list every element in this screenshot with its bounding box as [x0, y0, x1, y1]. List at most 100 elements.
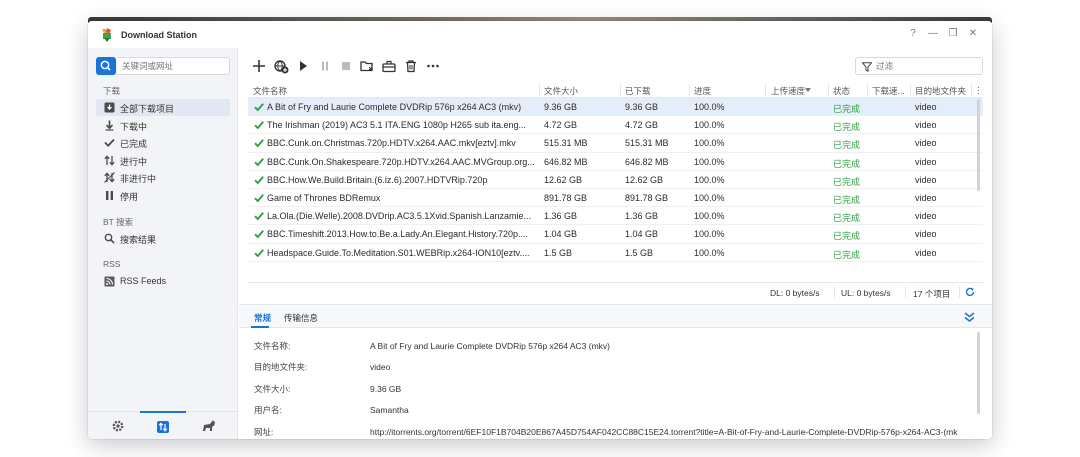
- detail-value-filename: A Bit of Fry and Laurie Complete DVDRip …: [370, 341, 610, 351]
- cell-status: 已完成: [833, 158, 861, 169]
- table-row[interactable]: Headspace.Guide.To.Meditation.S01.WEBRip…: [248, 244, 983, 262]
- collapse-panel-icon[interactable]: [964, 312, 975, 322]
- completed-check-icon: [254, 157, 264, 166]
- open-folder-icon[interactable]: [359, 58, 375, 74]
- search-input[interactable]: [117, 57, 230, 75]
- detail-scrollbar[interactable]: [977, 332, 980, 414]
- minimize-button[interactable]: —: [926, 27, 940, 41]
- sidebar-item-label: 下载中: [120, 122, 148, 132]
- column-divider[interactable]: [765, 84, 766, 96]
- column-divider[interactable]: [539, 84, 540, 96]
- detail-label-destination: 目的地文件夹:: [254, 362, 308, 372]
- sidebar-item-rss-feeds[interactable]: RSS Feeds: [96, 273, 230, 290]
- sidebar-item-downloading[interactable]: 下载中: [96, 117, 230, 134]
- cell-downloaded: 891.78 GB: [625, 192, 669, 203]
- more-icon[interactable]: [425, 58, 441, 74]
- restore-button[interactable]: ❐: [946, 27, 960, 41]
- sidebar-item-inactive[interactable]: 非进行中: [96, 169, 230, 186]
- column-divider[interactable]: [620, 84, 621, 96]
- help-button[interactable]: ?: [906, 27, 920, 41]
- pause-icon[interactable]: [317, 58, 333, 74]
- stop-icon[interactable]: [338, 58, 354, 74]
- upload-speed-total: UL: 0 bytes/s: [841, 288, 891, 298]
- column-header-upload-speed[interactable]: 上传速度: [771, 85, 805, 97]
- tab-general[interactable]: 常规: [254, 312, 271, 324]
- sidebar-item-completed[interactable]: 已完成: [96, 134, 230, 151]
- table-row[interactable]: La.Ola.(Die.Welle).2008.DVDrip.AC3.5.1Xv…: [248, 207, 983, 226]
- briefcase-icon[interactable]: [381, 58, 397, 74]
- mule-icon: [203, 420, 215, 431]
- rss-icon: [104, 276, 115, 287]
- cell-progress: 100.0%: [694, 120, 725, 131]
- cell-size: 4.72 GB: [544, 120, 578, 131]
- column-divider[interactable]: [689, 84, 690, 96]
- column-header-downloaded[interactable]: 已下载: [625, 85, 651, 97]
- column-header-progress[interactable]: 进度: [694, 85, 711, 97]
- delete-icon[interactable]: [403, 58, 419, 74]
- cell-size: 1.36 GB: [544, 211, 578, 222]
- column-divider[interactable]: [828, 84, 829, 96]
- table-row[interactable]: Game of Thrones BDRemux 891.78 GB 891.78 G…: [248, 189, 983, 208]
- table-row[interactable]: The Irishman (2019) AC3 5.1 ITA.ENG 1080…: [248, 116, 983, 135]
- title-bar[interactable]: Download Station ? — ❐ ✕: [88, 21, 992, 48]
- sidebar-item-all-downloads[interactable]: 全部下载项目: [96, 99, 230, 116]
- transfers-tab[interactable]: [140, 411, 186, 439]
- sidebar-item-active[interactable]: 进行中: [96, 152, 230, 169]
- cell-downloaded: 4.72 GB: [625, 120, 659, 131]
- cell-status: 已完成: [833, 213, 861, 224]
- cell-progress: 100.0%: [694, 211, 725, 222]
- cell-size: 891.78 GB: [544, 192, 588, 203]
- cell-destination: video: [915, 156, 937, 167]
- sidebar-item-search-results[interactable]: 搜索结果: [96, 230, 230, 247]
- column-header-status[interactable]: 状态: [833, 85, 850, 97]
- column-header-download-speed[interactable]: 下载速...: [872, 85, 910, 97]
- add-icon[interactable]: [251, 58, 267, 74]
- cell-downloaded: 646.82 MB: [625, 156, 669, 167]
- detail-label-size: 文件大小:: [254, 384, 291, 394]
- column-header-destination[interactable]: 目的地文件夹: [915, 85, 966, 97]
- paused-icon: [106, 191, 113, 200]
- cell-name: BBC.Cunk.on.Christmas.720p.HDTV.x264.AAC…: [267, 138, 516, 149]
- column-menu-icon[interactable]: ⋮: [974, 85, 983, 96]
- cell-name: La.Ola.(Die.Welle).2008.DVDrip.AC3.5.1Xv…: [267, 211, 531, 222]
- column-header-size[interactable]: 文件大小: [544, 85, 578, 97]
- filter-input[interactable]: [876, 60, 976, 72]
- play-icon[interactable]: [295, 58, 311, 74]
- detail-value-url[interactable]: http://itorrents.org/torrent/6EF10F1B704…: [370, 426, 960, 439]
- table-scrollbar[interactable]: [977, 99, 980, 191]
- detail-label-url: 网址:: [254, 427, 274, 437]
- emule-tab[interactable]: [185, 412, 231, 439]
- search-button[interactable]: [96, 57, 116, 75]
- cell-downloaded: 515.31 MB: [625, 138, 669, 149]
- close-button[interactable]: ✕: [966, 27, 980, 41]
- column-divider[interactable]: [867, 84, 868, 96]
- status-bar: DL: 0 bytes/s UL: 0 bytes/s 17 个项目: [248, 282, 983, 300]
- column-divider[interactable]: [910, 84, 911, 96]
- filter-box[interactable]: [855, 57, 983, 75]
- download-station-window: Download Station ? — ❐ ✕ 下载 全部下载项目 下载中 已…: [88, 21, 992, 439]
- add-url-icon[interactable]: [273, 58, 289, 74]
- table-row[interactable]: BBC.Cunk.on.Christmas.720p.HDTV.x264.AAC…: [248, 134, 983, 153]
- sidebar-item-label: RSS Feeds: [120, 276, 167, 286]
- status-divider: [905, 286, 906, 298]
- detail-label-filename: 文件名称:: [254, 341, 291, 351]
- cell-destination: video: [915, 211, 937, 222]
- cell-destination: video: [915, 174, 937, 185]
- column-divider[interactable]: [971, 84, 972, 96]
- cell-size: 515.31 MB: [544, 138, 588, 149]
- tab-transfer-info[interactable]: 传输信息: [284, 312, 318, 324]
- gear-icon: [112, 420, 124, 432]
- sidebar-bottom-bar: [88, 411, 238, 439]
- column-header-name[interactable]: 文件名称: [253, 85, 287, 97]
- table-row[interactable]: BBC.How.We.Build.Britain.(6.iz.6).2007.H…: [248, 171, 983, 189]
- sidebar-item-paused[interactable]: 停用: [96, 187, 230, 204]
- table-row[interactable]: A Bit of Fry and Laurie Complete DVDRip …: [248, 98, 983, 117]
- refresh-icon[interactable]: [965, 287, 975, 297]
- table-row[interactable]: BBC.Cunk.On.Shakespeare.720p.HDTV.x264.A…: [248, 153, 983, 171]
- settings-tab[interactable]: [95, 412, 141, 439]
- search-icon: [100, 60, 111, 71]
- cell-progress: 100.0%: [694, 138, 725, 149]
- table-row[interactable]: BBC.Timeshift.2013.How.to.Be.a.Lady.An.E…: [248, 225, 983, 244]
- detail-tab-bar: 常规 传输信息: [239, 304, 992, 328]
- app-logo-icon: [102, 28, 111, 42]
